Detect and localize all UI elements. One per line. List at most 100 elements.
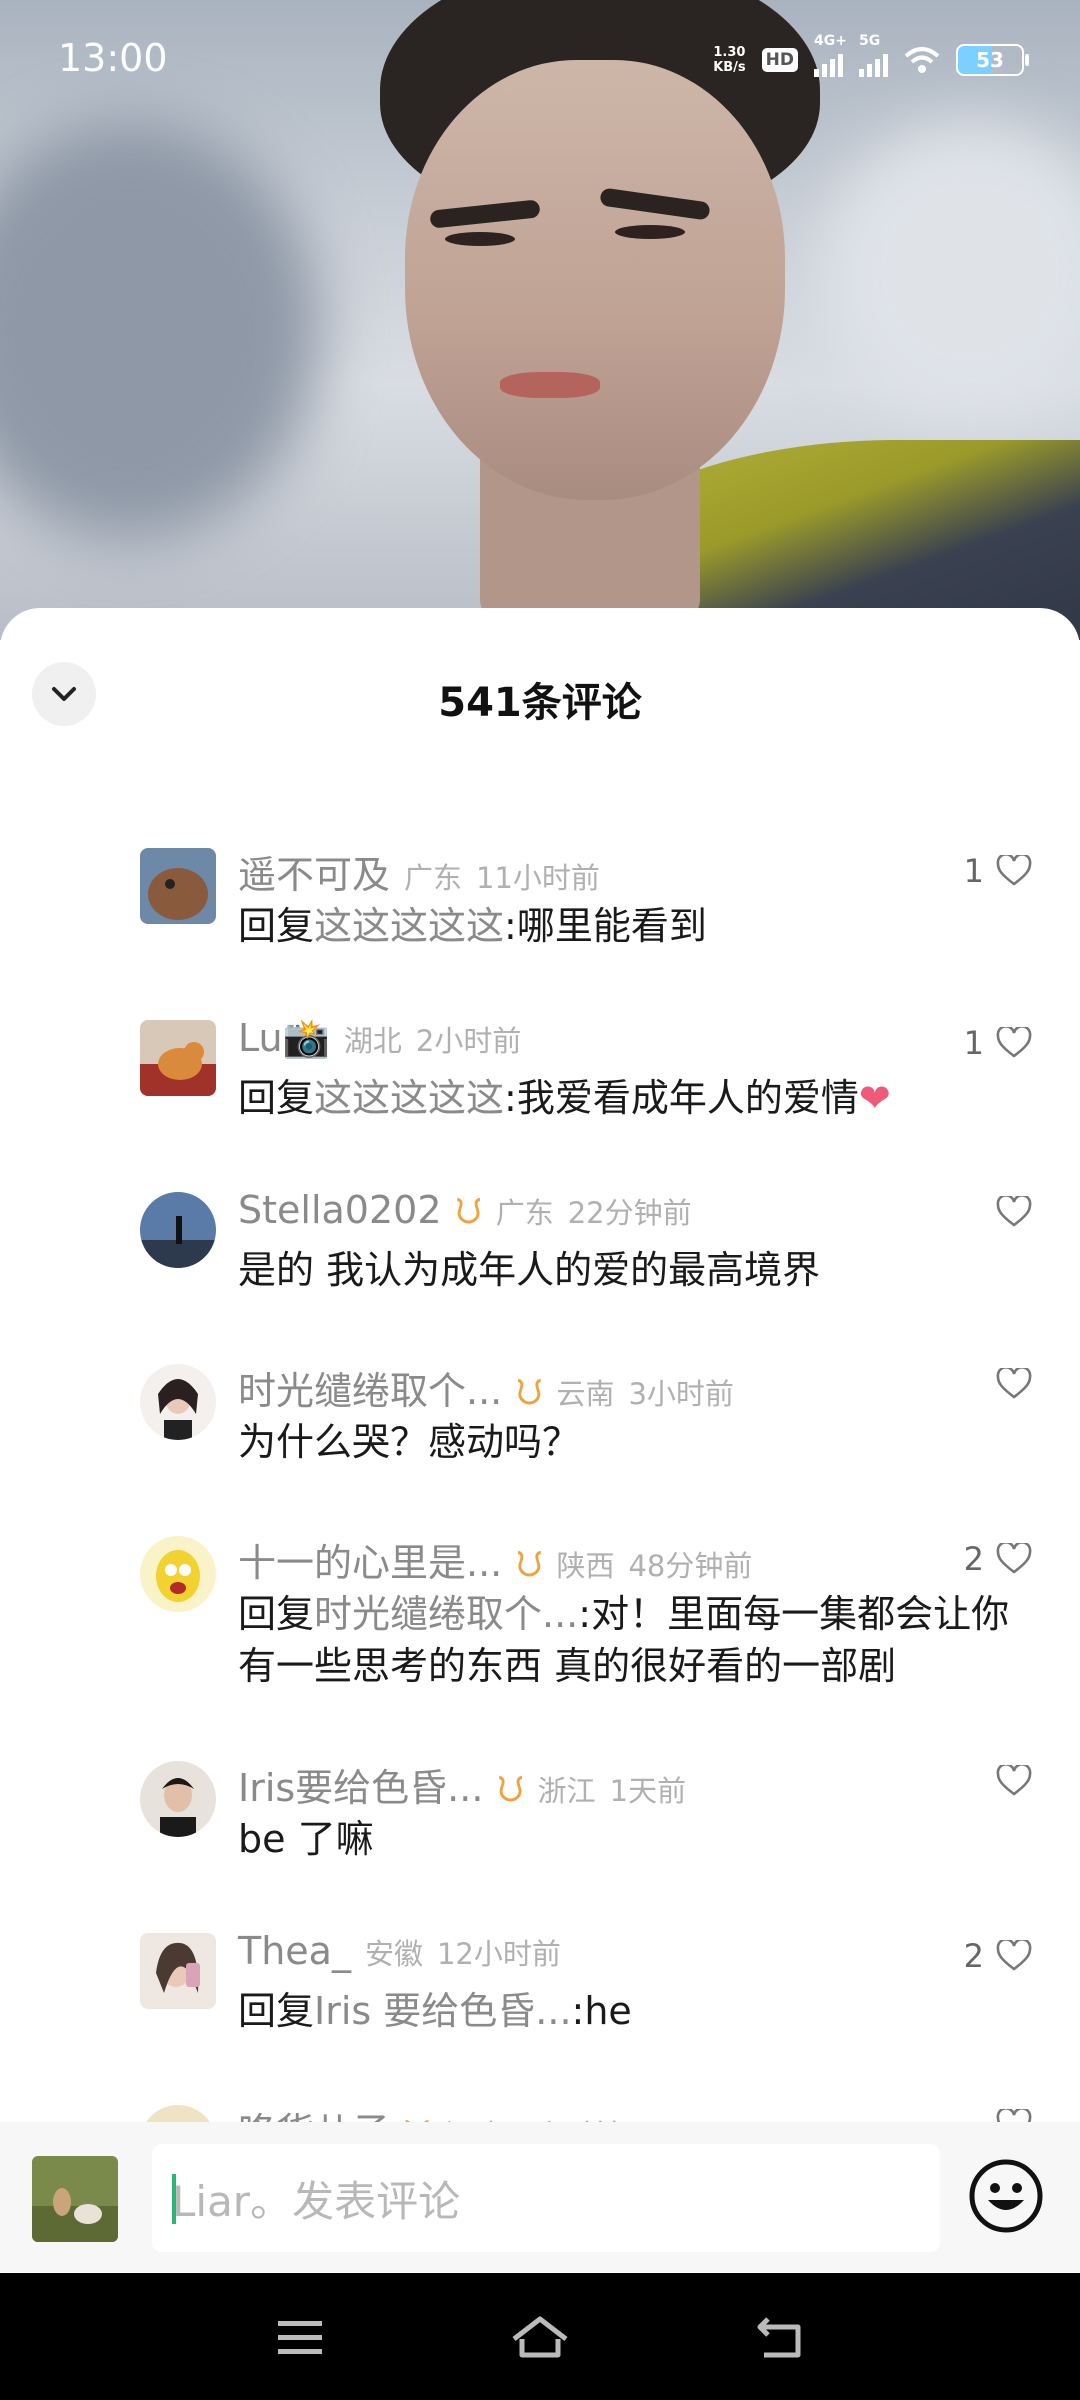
like-button[interactable] [984,1196,1032,1228]
fan-badge-icon: ᙀ [516,1373,543,1413]
comment-time: 11小时前 [476,861,600,895]
comment-item[interactable]: Lu📸 湖北 2小时前 回复这这这这这:我爱看成年人的爱情❤ 1 [0,1010,1080,1182]
like-button[interactable] [984,1765,1032,1797]
comment-header: 遥不可及 广东 11小时前 [238,844,940,899]
avatar[interactable] [140,848,216,924]
signal-4g-icon: 4G+ [814,33,847,77]
avatar[interactable] [140,1761,216,1837]
comment-item[interactable]: Thea_ 安徽 12小时前 回复Iris 要给色昏...:he 2 [0,1923,1080,2095]
comment-header: Thea_ 安徽 12小时前 [238,1929,940,1973]
avatar[interactable] [140,1192,216,1268]
username[interactable]: Stella0202 [238,1188,442,1232]
wifi-icon [904,47,940,73]
username[interactable]: Iris要给色昏... [238,1757,483,1812]
lips-shape [500,372,600,398]
status-icons: 1.30 KB/s HD 4G+ 5G 53 [713,33,1029,80]
like-button[interactable] [984,1368,1032,1400]
comment-text[interactable]: 是的 我认为成年人的爱的最高境界 [238,1244,1040,1296]
comment-sheet: 541条评论 遥不可及 广东 11小时前 回复这这这这这:哪里能看到 1 Lu📸… [0,608,1080,2273]
comment-text[interactable]: 回复这这这这这:我爱看成年人的爱情❤ [238,1072,1040,1124]
username[interactable]: Thea_ [238,1929,351,1973]
comment-location: 云南 [556,1377,615,1411]
comment-time: 3小时前 [628,1377,734,1411]
username[interactable]: 十一的心里是... [238,1532,502,1587]
comment-location: 浙江 [537,1774,596,1808]
comment-header: 十一的心里是... ᙀ 陕西 48分钟前 [238,1532,940,1587]
comment-time: 48分钟前 [628,1549,753,1583]
like-button[interactable]: 1 [964,1024,1032,1062]
system-nav-bar [0,2273,1080,2400]
status-time: 13:00 [58,36,168,80]
heart-outline-icon [996,1368,1032,1399]
signal-4g-label: 4G+ [814,33,847,49]
comment-text[interactable]: 回复时光缱绻取个...:对！里面每一集都会让你有一些思考的东西 真的很好看的一部… [238,1588,1040,1692]
heart-outline-icon [996,1940,1032,1971]
avatar[interactable] [140,1020,216,1096]
fan-badge-icon: ᙀ [455,1192,482,1232]
back-icon[interactable] [750,2309,810,2365]
username[interactable]: 遥不可及 [238,844,390,899]
reply-prefix: 回复 [238,904,315,948]
right-eye [615,225,685,239]
status-bar: 13:00 1.30 KB/s HD 4G+ 5G 53 [0,0,1080,120]
reply-prefix: 回复 [238,1989,315,2033]
comment-text[interactable]: 为什么哭？感动吗？ [238,1416,1040,1468]
battery-icon: 53 [956,44,1029,76]
reply-prefix: 回复 [238,1592,315,1636]
background-building [0,120,320,540]
signal-5g-label: 5G [859,33,881,49]
reply-target[interactable]: 时光缱绻取个... [314,1592,578,1636]
comment-item[interactable]: 十一的心里是... ᙀ 陕西 48分钟前 回复时光缱绻取个...:对！里面每一集… [0,1526,1080,1751]
comment-location: 湖北 [343,1024,402,1058]
comment-location: 陕西 [556,1549,615,1583]
heart-outline-icon [996,855,1032,886]
avatar[interactable] [140,1364,216,1440]
comment-text[interactable]: 回复这这这这这:哪里能看到 [238,900,1040,952]
heart-emoji-icon: ❤ [858,1076,891,1120]
comment-list[interactable]: 遥不可及 广东 11小时前 回复这这这这这:哪里能看到 1 Lu📸 湖北 2小时… [0,838,1080,2267]
username[interactable]: Lu📸 [238,1016,330,1061]
comment-header: 时光缱绻取个... ᙀ 云南 3小时前 [238,1360,940,1415]
comment-item[interactable]: 时光缱绻取个... ᙀ 云南 3小时前 为什么哭？感动吗？ [0,1354,1080,1526]
comment-body: :我爱看成年人的爱情 [504,1076,859,1120]
comment-header: Stella0202 ᙀ 广东 22分钟前 [238,1188,940,1232]
username[interactable]: 时光缱绻取个... [238,1360,502,1415]
user-avatar-thumbnail[interactable] [32,2156,118,2242]
comment-item[interactable]: Stella0202 ᙀ 广东 22分钟前 是的 我认为成年人的爱的最高境界 [0,1182,1080,1354]
home-icon[interactable] [510,2309,570,2365]
smiley-icon[interactable] [968,2158,1044,2234]
comment-text[interactable]: 回复Iris 要给色昏...:he [238,1985,1040,2037]
face-shape [405,60,785,500]
comment-header: Iris要给色昏... ᙀ 浙江 1天前 [238,1757,940,1812]
comment-text[interactable]: be 了嘛 [238,1813,1040,1865]
comment-input[interactable]: Liar。发表评论 [152,2144,940,2252]
reply-target[interactable]: 这这这这这 [314,904,504,948]
comment-time: 2小时前 [415,1024,522,1058]
heart-outline-icon [996,1196,1032,1227]
like-button[interactable]: 2 [964,1937,1032,1975]
avatar[interactable] [140,1933,216,2009]
like-count: 2 [963,1937,984,1975]
comment-location: 广东 [404,861,463,895]
reply-target[interactable]: 这这这这这 [314,1076,504,1120]
comment-item[interactable]: 遥不可及 广东 11小时前 回复这这这这这:哪里能看到 1 [0,838,1080,1010]
background-sky [820,120,1080,420]
like-button[interactable]: 2 [964,1540,1032,1578]
comment-body: :哪里能看到 [504,904,707,948]
menu-icon[interactable] [270,2309,330,2365]
comment-header: Lu📸 湖北 2小时前 [238,1016,940,1061]
network-speed-value: 1.30 [713,45,746,60]
like-button[interactable]: 1 [964,852,1032,890]
reply-prefix: 回复 [238,1076,315,1120]
hd-icon: HD [761,48,798,72]
signal-5g-icon: 5G [859,33,888,77]
comment-location: 广东 [495,1196,554,1230]
comment-item[interactable]: Iris要给色昏... ᙀ 浙江 1天前 be 了嘛 [0,1751,1080,1923]
heart-outline-icon [996,1543,1032,1574]
reply-target[interactable]: Iris 要给色昏... [314,1989,572,2033]
heart-outline-icon [996,1027,1032,1058]
avatar[interactable] [140,1536,216,1612]
network-speed: 1.30 KB/s [713,45,745,75]
like-count: 1 [963,852,984,890]
like-count: 1 [963,1024,984,1062]
